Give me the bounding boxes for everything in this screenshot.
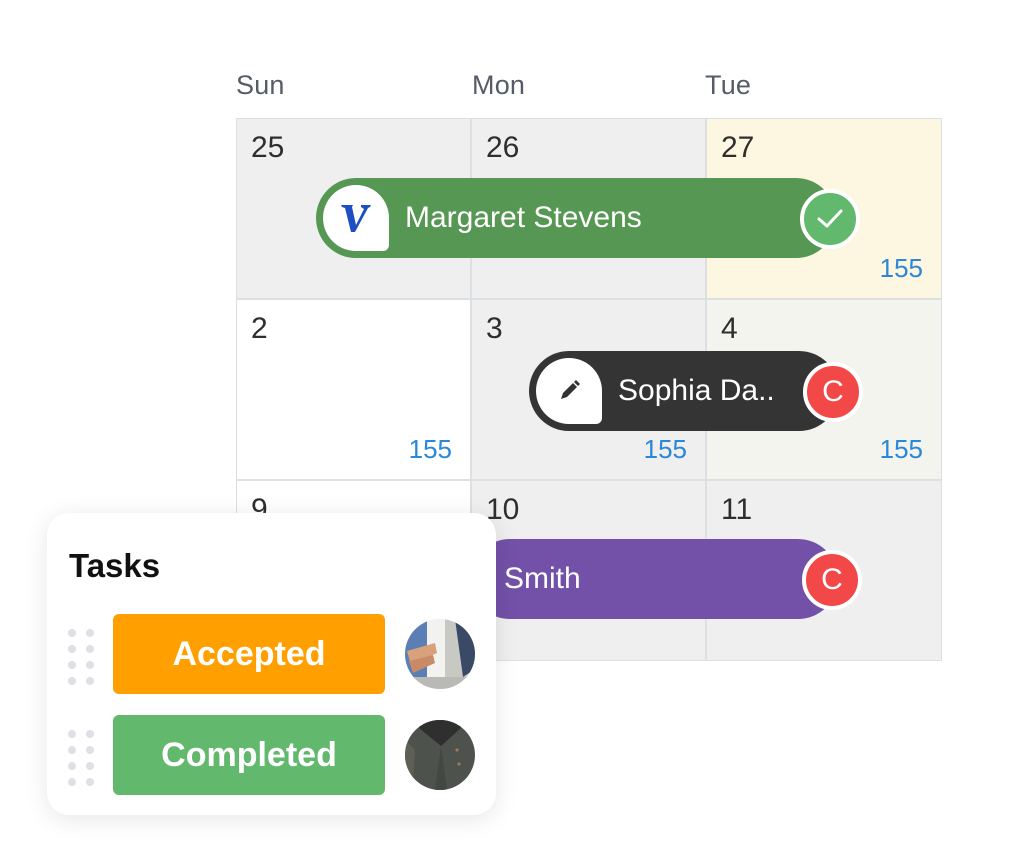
avatar [405,619,475,689]
event-label: Sophia Da.. [618,374,775,407]
day-number: 27 [721,131,755,164]
weekday-mon: Mon [472,70,526,100]
weekday-tue: Tue [705,70,752,100]
event-pill-smith[interactable]: Smith C [470,539,862,619]
event-count-link[interactable]: 155 [644,434,687,465]
event-count-link[interactable]: 155 [880,253,923,284]
day-number: 26 [486,131,520,164]
event-label: Margaret Stevens [405,201,642,234]
check-icon [800,189,860,249]
event-count-link[interactable]: 155 [880,434,923,465]
day-number: 11 [721,493,753,526]
day-number: 25 [251,131,285,164]
day-number: 3 [486,312,503,345]
event-label: Smith [504,562,581,595]
status-button-accepted[interactable]: Accepted [113,614,385,694]
weekday-sun: Sun [236,70,285,100]
event-pill-sophia[interactable]: Sophia Da.. C [529,351,863,431]
task-item: Completed [47,715,496,795]
avatar [405,720,475,790]
v-logo-icon [323,185,389,251]
day-number: 2 [251,312,268,345]
day-number: 4 [721,312,738,345]
event-pill-margaret-stevens[interactable]: Margaret Stevens [316,178,860,258]
tasks-title: Tasks [69,547,161,584]
status-button-completed[interactable]: Completed [113,715,385,795]
status-badge-c: C [803,362,863,422]
pencil-icon [536,358,602,424]
tasks-card: Tasks Accepted Completed [47,513,496,815]
status-badge-c: C [802,550,862,610]
drag-handle-icon[interactable] [68,629,94,685]
event-count-link[interactable]: 155 [409,434,452,465]
day-cell[interactable]: 2 155 [237,300,470,479]
drag-handle-icon[interactable] [68,730,94,786]
task-item: Accepted [47,614,496,694]
